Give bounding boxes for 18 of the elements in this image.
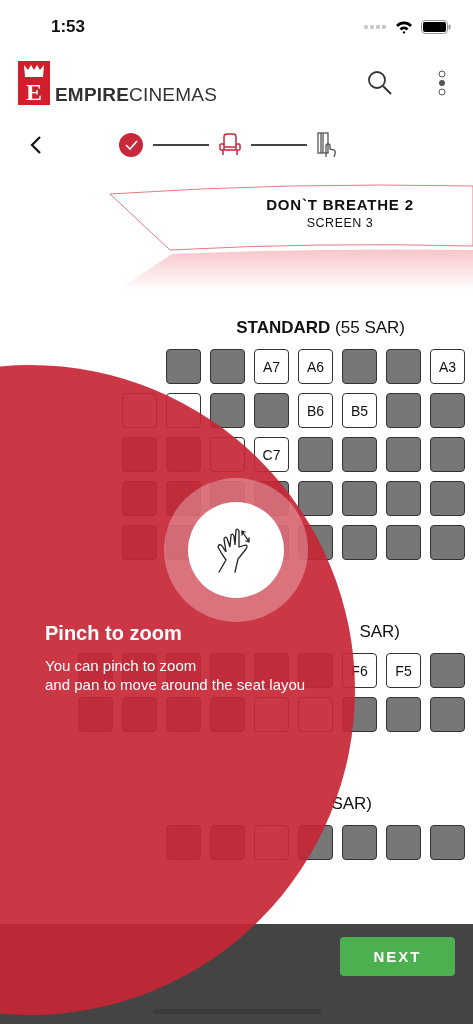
brand-name: EMPIRECINEMAS bbox=[55, 85, 217, 105]
screen-name: SCREEN 3 bbox=[306, 216, 374, 230]
more-icon[interactable] bbox=[437, 70, 447, 96]
status-time: 1:53 bbox=[51, 17, 86, 37]
battery-icon bbox=[421, 20, 451, 34]
seat[interactable]: A3 bbox=[430, 349, 465, 384]
section-heading: SAR) bbox=[359, 622, 400, 642]
logo-mark: E bbox=[18, 61, 50, 105]
tutorial-title: Pinch to zoom bbox=[45, 622, 183, 645]
section-heading: STANDARD (55 SAR) bbox=[236, 318, 405, 338]
wifi-icon bbox=[395, 20, 413, 34]
signal-icon bbox=[363, 24, 387, 30]
movie-title: DON`T BREATHE 2 bbox=[266, 196, 414, 213]
tutorial-text: You can pinch to zoom and pan to move around the seat layou bbox=[45, 656, 306, 694]
back-icon[interactable] bbox=[30, 136, 42, 154]
section-heading: SAR) bbox=[331, 794, 372, 814]
seat[interactable]: F5 bbox=[386, 653, 421, 688]
search-icon[interactable] bbox=[367, 70, 393, 96]
